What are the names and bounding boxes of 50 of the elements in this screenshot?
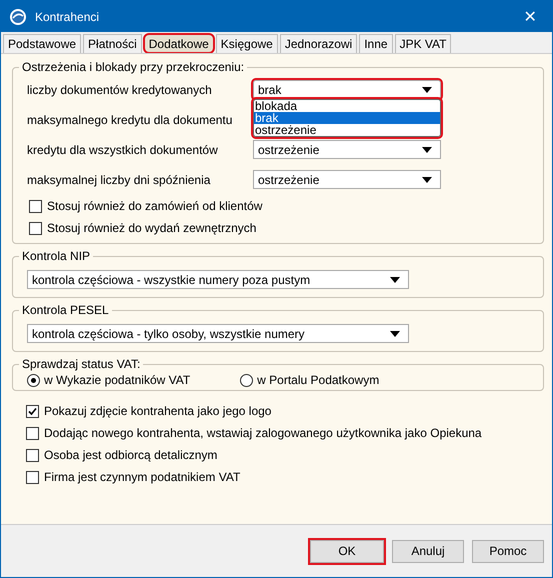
app-logo-icon xyxy=(9,8,27,26)
checkbox-label: Stosuj również do wydań zewnętrznych xyxy=(47,221,256,235)
field-label: kredytu dla wszystkich dokumentów xyxy=(27,142,219,156)
radio-button[interactable] xyxy=(240,374,254,386)
dropdown-field[interactable]: brak xyxy=(253,80,441,99)
dropdown-field[interactable]: kontrola częściowa - tylko osoby, wszystkie numery xyxy=(27,324,409,343)
window-title: Kontrahenci xyxy=(35,10,100,24)
checkbox[interactable] xyxy=(26,448,39,462)
radio-button[interactable] xyxy=(27,374,40,386)
checkbox-label: Osoba jest odbiorcą detalicznym xyxy=(44,448,218,462)
tab[interactable]: JPK VAT xyxy=(394,34,452,53)
close-button[interactable]: ✕ xyxy=(508,1,552,32)
group-title: Ostrzeżenia i blokady przy przekroczeniu: xyxy=(21,60,246,74)
tab[interactable]: Dodatkowe xyxy=(144,34,214,53)
dialog-button[interactable]: Anuluj xyxy=(392,540,464,562)
checkbox-label: Dodając nowego kontrahenta, wstawiaj zalogowanego użytkownika jako Opiekuna xyxy=(44,426,482,440)
group-title: Kontrola NIP xyxy=(21,249,92,263)
checkbox[interactable] xyxy=(26,426,39,440)
tab[interactable]: Płatności xyxy=(83,34,142,53)
checkbox-label: Pokazuj zdjęcie kontrahenta jako jego logo xyxy=(44,404,272,418)
dialog-button[interactable]: Pomoc xyxy=(472,540,544,562)
caret-icon xyxy=(422,176,432,182)
field-label: maksymalnego kredytu dla dokumentu xyxy=(27,112,234,126)
caret-icon xyxy=(390,330,400,336)
dropdown-field[interactable]: ostrzeżenie xyxy=(253,140,441,159)
dropdown-option[interactable]: ostrzeżenie xyxy=(254,124,440,136)
caret-icon xyxy=(422,86,432,92)
group-title: Kontrola PESEL xyxy=(21,303,110,317)
checkbox[interactable] xyxy=(26,404,39,418)
group-title: Sprawdzaj status VAT: xyxy=(21,357,142,371)
tab[interactable]: Jednorazowi xyxy=(280,34,358,53)
dialog-button[interactable]: OK xyxy=(310,540,384,562)
caret-icon xyxy=(422,146,432,152)
radio-label: w Wykazie podatników VAT xyxy=(44,373,190,387)
checkbox[interactable] xyxy=(29,200,42,212)
dropdown-option[interactable]: blokada xyxy=(254,100,440,112)
caret-icon xyxy=(390,276,400,282)
dropdown-option[interactable]: brak xyxy=(254,112,440,124)
radio-label: w Portalu Podatkowym xyxy=(257,373,380,387)
field-label: maksymalnej liczby dni spóźnienia xyxy=(27,172,212,186)
checkbox[interactable] xyxy=(29,222,42,234)
tab[interactable]: Księgowe xyxy=(216,34,278,53)
checkbox-label: Firma jest czynnym podatnikiem VAT xyxy=(44,470,240,484)
checkbox[interactable] xyxy=(26,470,39,484)
tab[interactable]: Inne xyxy=(359,34,393,53)
dropdown-field[interactable]: ostrzeżenie xyxy=(253,170,441,189)
tab[interactable]: Podstawowe xyxy=(3,34,82,53)
checkbox-label: Stosuj również do zamówień od klientów xyxy=(47,199,262,213)
field-label: liczby dokumentów kredytowanych xyxy=(27,82,213,96)
dropdown-field[interactable]: kontrola częściowa - wszystkie numery poza pustym xyxy=(27,270,409,289)
